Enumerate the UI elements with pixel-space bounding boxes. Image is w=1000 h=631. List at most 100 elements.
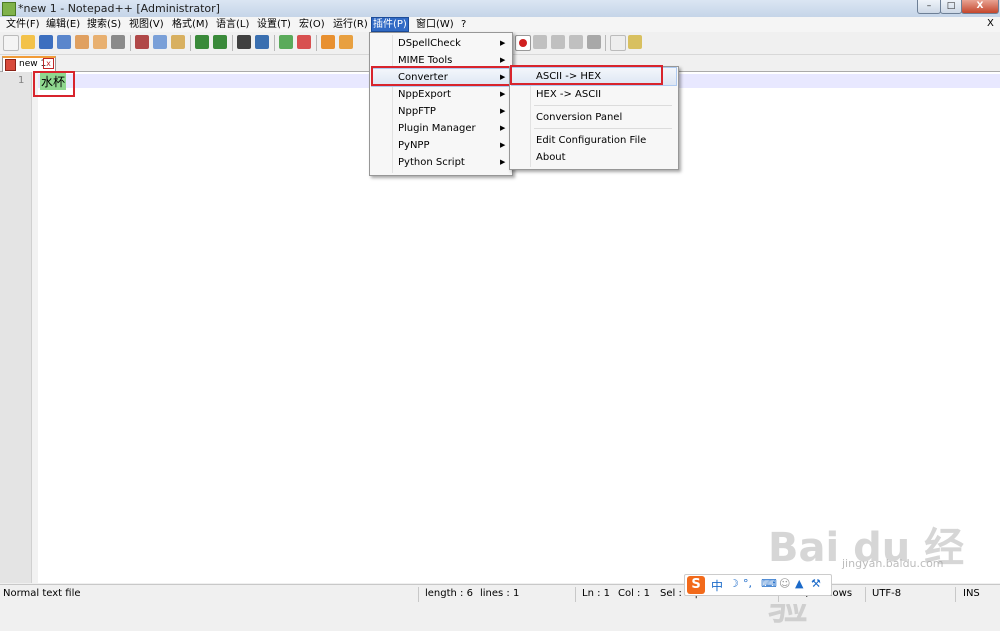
fold-margin[interactable] xyxy=(32,72,38,583)
line-number: 1 xyxy=(18,75,25,86)
converter-edit-configuration[interactable]: Edit Configuration File xyxy=(512,132,676,149)
plugin-python-script[interactable]: Python Script ▶ xyxy=(372,154,510,171)
status-encoding[interactable]: UTF-8 xyxy=(872,588,901,599)
notepad-app-icon xyxy=(2,2,16,16)
plugin-nppexport[interactable]: NppExport ▶ xyxy=(372,86,510,103)
save-all-icon[interactable] xyxy=(57,35,71,49)
menu-view[interactable]: 视图(V) xyxy=(128,18,165,31)
copy-icon[interactable] xyxy=(153,35,167,49)
save-icon[interactable] xyxy=(39,35,53,49)
status-column: Col : 1 xyxy=(618,588,650,599)
status-lines: lines : 1 xyxy=(480,588,520,599)
menu-item-label: NppFTP xyxy=(398,106,436,117)
converter-hex-to-ascii[interactable]: HEX -> ASCII xyxy=(512,86,676,103)
sync-scroll-icon[interactable] xyxy=(321,35,335,49)
redo-icon[interactable] xyxy=(213,35,227,49)
menu-separator xyxy=(534,128,672,129)
record-macro-icon[interactable] xyxy=(515,35,531,51)
print-icon[interactable] xyxy=(111,35,125,49)
cut-icon[interactable] xyxy=(135,35,149,49)
undo-icon[interactable] xyxy=(195,35,209,49)
menu-window[interactable]: 窗口(W) xyxy=(415,18,455,31)
menu-item-label: Plugin Manager xyxy=(398,123,476,134)
menu-item-label: PyNPP xyxy=(398,140,430,151)
toolbar-separator xyxy=(605,35,606,51)
status-separator xyxy=(418,587,419,602)
skin-icon[interactable]: ▲ xyxy=(795,577,803,590)
paste-icon[interactable] xyxy=(171,35,185,49)
close-file-icon[interactable] xyxy=(75,35,89,49)
title-bar: *new 1 - Notepad++ [Administrator] – □ X xyxy=(0,0,1000,18)
window-title: *new 1 - Notepad++ [Administrator] xyxy=(18,2,220,15)
replace-icon[interactable] xyxy=(255,35,269,49)
user-icon[interactable]: ☺ xyxy=(779,577,790,590)
find-icon[interactable] xyxy=(237,35,251,49)
new-file-icon[interactable] xyxy=(3,35,19,51)
menu-item-label: Edit Configuration File xyxy=(536,135,647,146)
zoom-out-icon[interactable] xyxy=(297,35,311,49)
close-all-icon[interactable] xyxy=(93,35,107,49)
toolbar-separator xyxy=(316,35,317,51)
save-macro-icon[interactable] xyxy=(587,35,601,49)
status-insert-mode[interactable]: INS xyxy=(963,588,980,599)
zoom-in-icon[interactable] xyxy=(279,35,293,49)
plugins-dropdown: DSpellCheck ▶ MIME Tools ▶ Converter ▶ N… xyxy=(369,32,513,176)
stop-macro-icon[interactable] xyxy=(533,35,547,49)
auto-spell-icon[interactable] xyxy=(628,35,642,49)
submenu-arrow-icon: ▶ xyxy=(500,141,506,149)
submenu-arrow-icon: ▶ xyxy=(500,90,506,98)
status-length: length : 6 xyxy=(425,588,473,599)
menu-language[interactable]: 语言(L) xyxy=(215,18,250,31)
plugin-pynpp[interactable]: PyNPP ▶ xyxy=(372,137,510,154)
sogou-logo-icon[interactable]: S xyxy=(687,576,705,594)
submenu-arrow-icon: ▶ xyxy=(500,107,506,115)
close-document-button[interactable]: X xyxy=(987,18,994,29)
submenu-arrow-icon: ▶ xyxy=(500,124,506,132)
annotation-box-converter xyxy=(371,66,511,86)
status-separator xyxy=(865,587,866,602)
close-window-button[interactable]: X xyxy=(961,0,999,14)
menu-edit[interactable]: 编辑(E) xyxy=(45,18,81,31)
spell-check-icon[interactable] xyxy=(610,35,626,51)
menu-search[interactable]: 搜索(S) xyxy=(86,18,122,31)
converter-about[interactable]: About xyxy=(512,149,676,166)
chinese-mode-icon[interactable]: 中 xyxy=(711,577,723,594)
menu-settings[interactable]: 设置(T) xyxy=(256,18,292,31)
menu-run[interactable]: 运行(R) xyxy=(332,18,369,31)
plugin-nppftp[interactable]: NppFTP ▶ xyxy=(372,103,510,120)
toolbar-separator xyxy=(130,35,131,51)
minimize-button[interactable]: – xyxy=(917,0,941,14)
submenu-arrow-icon: ▶ xyxy=(500,158,506,166)
open-file-icon[interactable] xyxy=(21,35,35,49)
status-bar: Normal text file length : 6 lines : 1 Ln… xyxy=(0,584,1000,604)
maximize-button[interactable]: □ xyxy=(940,0,962,14)
tab-close-icon[interactable]: x xyxy=(43,58,54,69)
watermark-url: jingyan.baidu.com xyxy=(842,557,944,570)
status-separator xyxy=(575,587,576,602)
menu-macro[interactable]: 宏(O) xyxy=(298,18,326,31)
keyboard-icon[interactable]: ⌨ xyxy=(761,577,777,590)
menu-item-label: Python Script xyxy=(398,157,465,168)
converter-conversion-panel[interactable]: Conversion Panel xyxy=(512,109,676,126)
submenu-arrow-icon: ▶ xyxy=(500,39,506,47)
annotation-box-ascii-to-hex xyxy=(510,65,663,85)
plugin-dspellcheck[interactable]: DSpellCheck ▶ xyxy=(372,35,510,52)
punctuation-icon[interactable]: °, xyxy=(743,577,752,590)
plugin-plugin-manager[interactable]: Plugin Manager ▶ xyxy=(372,120,510,137)
watermark-logo: Bai du 经验 xyxy=(768,525,965,629)
run-macro-multiple-icon[interactable] xyxy=(569,35,583,49)
menu-format[interactable]: 格式(M) xyxy=(171,18,209,31)
menu-plugins[interactable]: 插件(P) xyxy=(371,17,409,32)
word-wrap-icon[interactable] xyxy=(339,35,353,49)
menu-item-label: About xyxy=(536,152,566,163)
moon-icon[interactable]: ☽ xyxy=(729,577,739,590)
play-macro-icon[interactable] xyxy=(551,35,565,49)
wrench-icon[interactable]: ⚒ xyxy=(811,577,821,590)
toolbar-separator xyxy=(190,35,191,51)
status-separator xyxy=(955,587,956,602)
menu-separator xyxy=(534,105,672,106)
menu-bar: 文件(F) 编辑(E) 搜索(S) 视图(V) 格式(M) 语言(L) 设置(T… xyxy=(0,17,1000,32)
menu-item-label: NppExport xyxy=(398,89,451,100)
menu-file[interactable]: 文件(F) xyxy=(5,18,41,31)
menu-help[interactable]: ? xyxy=(460,18,467,31)
